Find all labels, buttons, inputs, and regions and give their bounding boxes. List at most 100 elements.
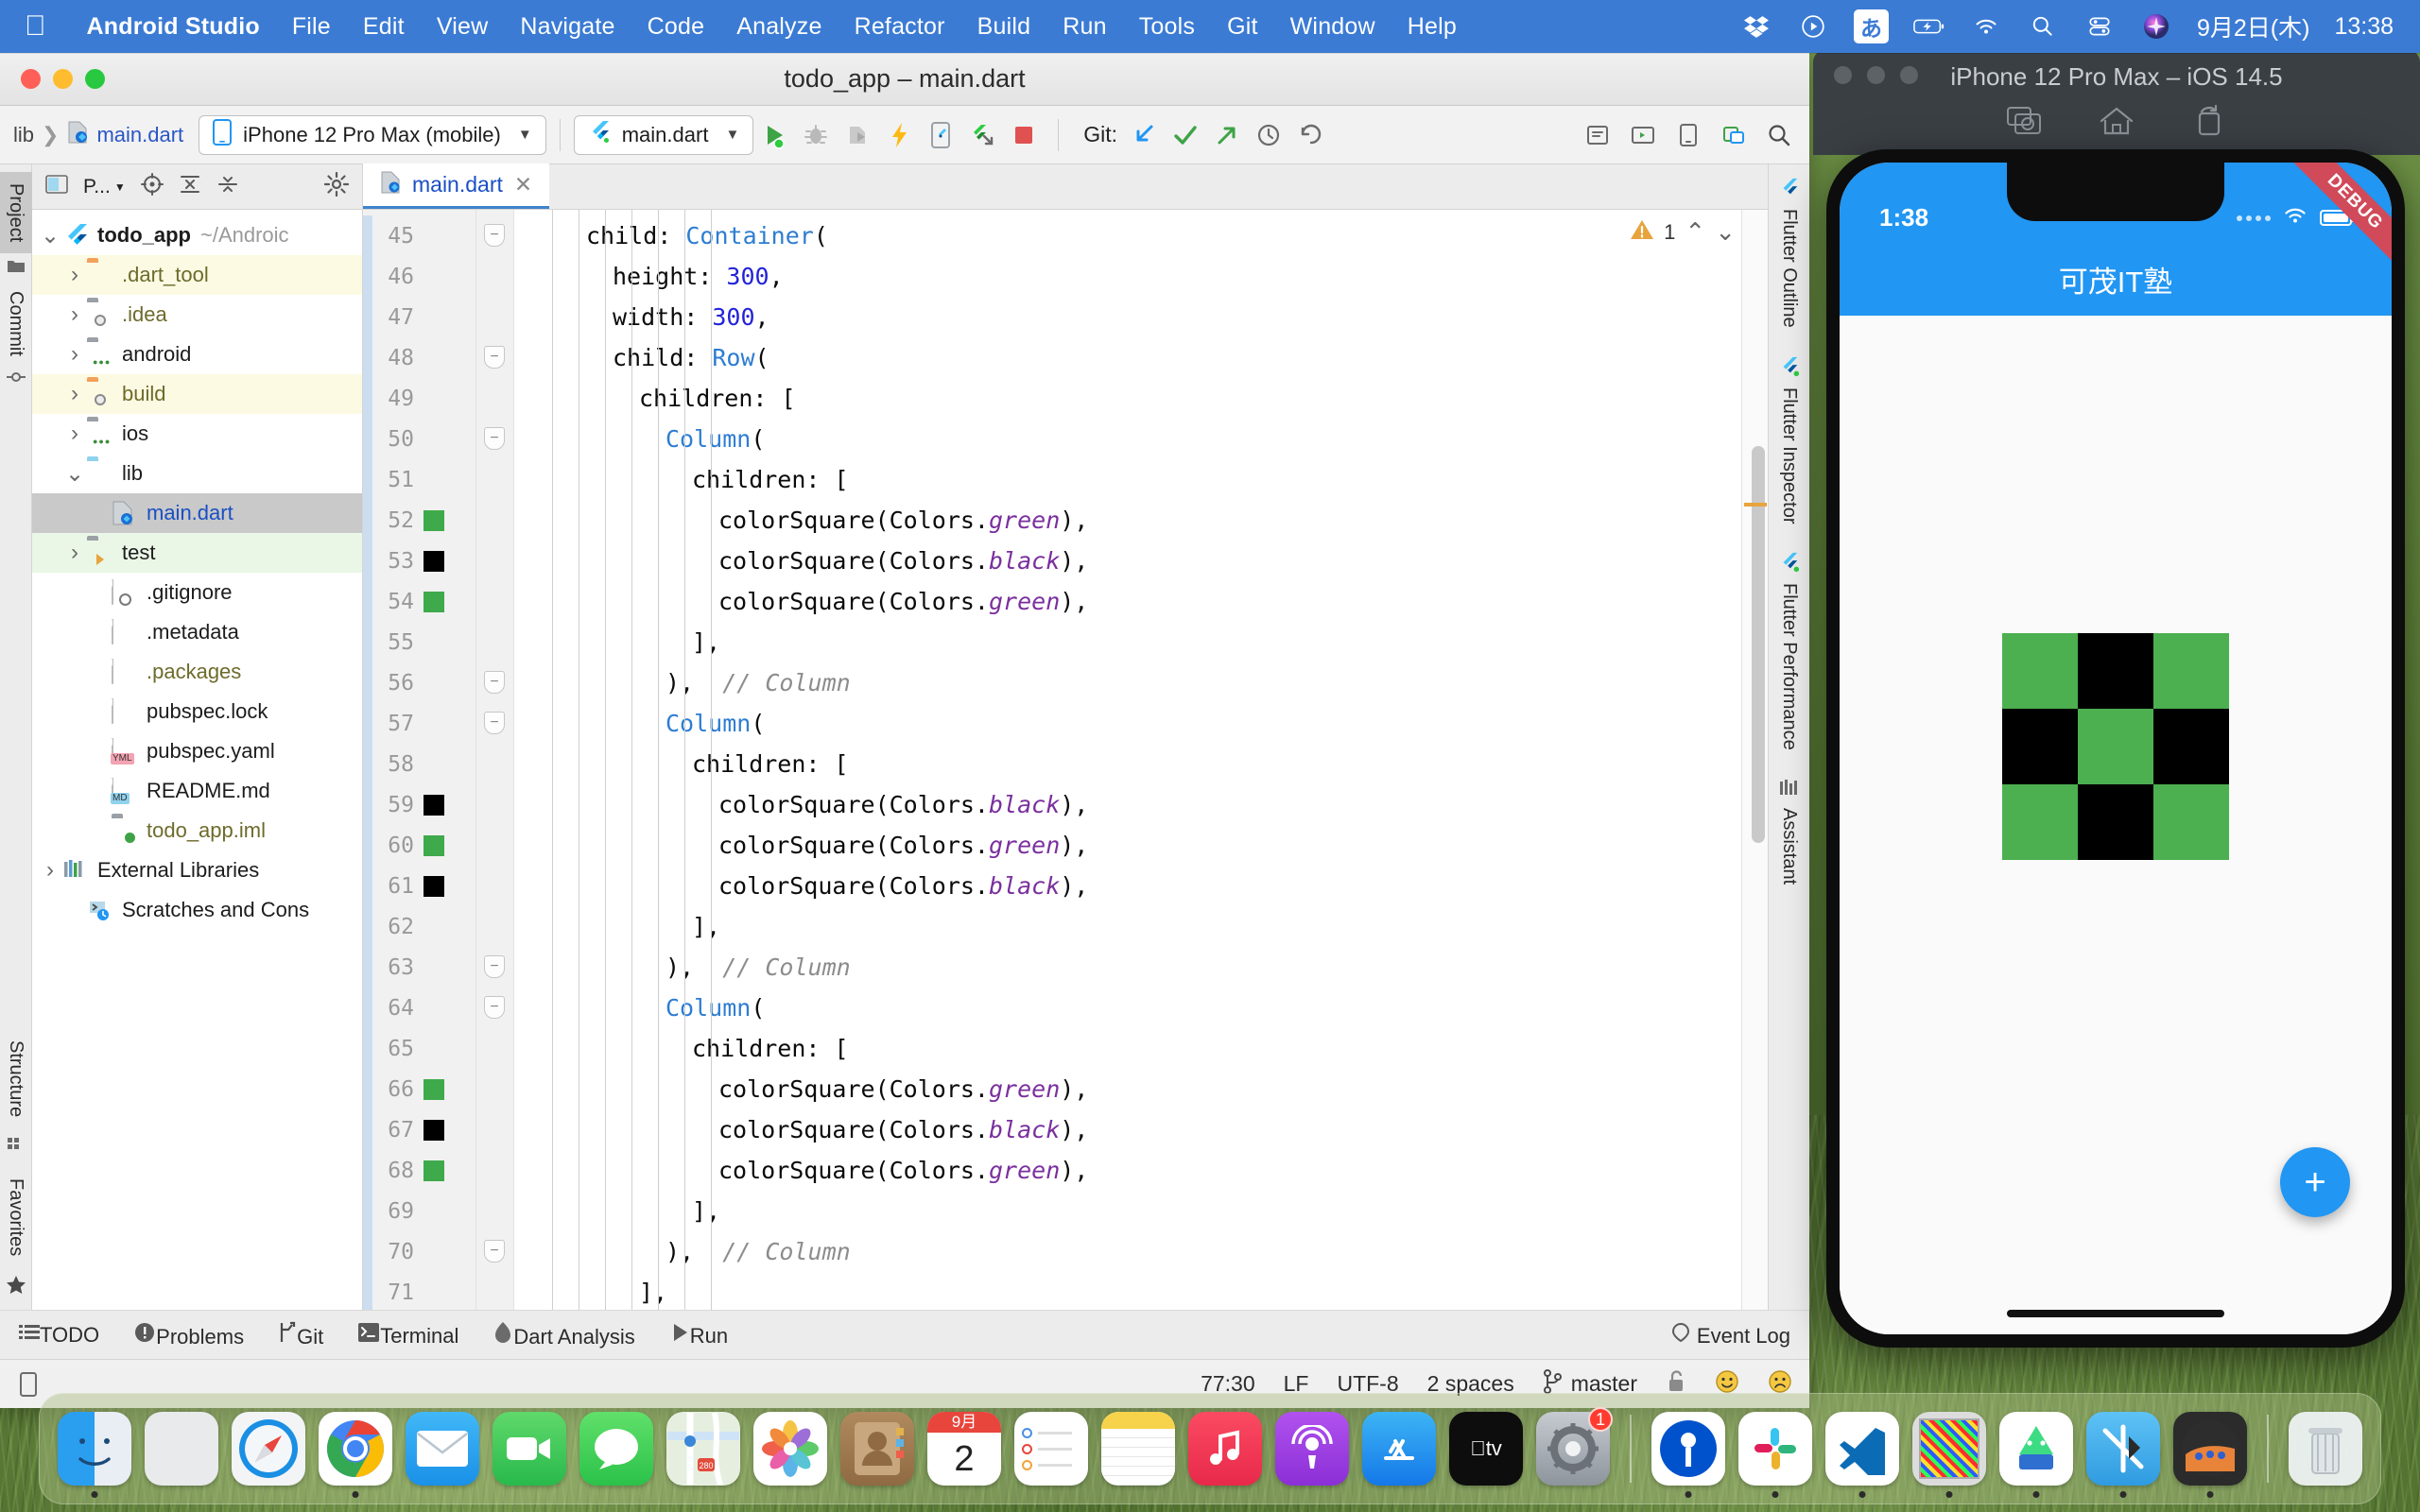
color-gutter-swatch[interactable] — [424, 875, 444, 897]
project-view-selector[interactable]: P... ▼ — [83, 176, 126, 198]
tree-item--idea[interactable]: › .idea — [32, 295, 362, 335]
run-configuration-selector[interactable]: main.dart ▼ — [573, 114, 754, 155]
tree-item--gitignore[interactable]: .gitignore — [32, 573, 362, 612]
editor-tab-main-dart[interactable]: main.dart ✕ — [363, 163, 550, 209]
push-button[interactable] — [1206, 114, 1248, 156]
stop-button[interactable] — [1003, 114, 1045, 156]
breadcrumb-main-dart[interactable]: main.dart — [96, 123, 183, 147]
dock-item-notes[interactable] — [1100, 1411, 1176, 1486]
tool-window-button-todo[interactable]: TODO — [19, 1323, 99, 1348]
tree-item--dart-tool[interactable]: › .dart_tool — [32, 255, 362, 295]
menu-item-file[interactable]: File — [276, 13, 347, 41]
dock-item-android-studio[interactable] — [1998, 1411, 2074, 1498]
dock-item-trash[interactable] — [2288, 1411, 2363, 1486]
dropbox-icon[interactable] — [1740, 12, 1772, 41]
device-selector[interactable]: iPhone 12 Pro Max (mobile) ▼ — [199, 114, 546, 155]
menu-item-code[interactable]: Code — [631, 13, 721, 41]
sidebar-item-flutter-inspector[interactable]: Flutter Inspector — [1778, 356, 1800, 524]
dock-item-simulator[interactable] — [1911, 1411, 1987, 1498]
menu-item-help[interactable]: Help — [1392, 13, 1473, 41]
menu-item-git[interactable]: Git — [1211, 13, 1274, 41]
chevron-down-icon[interactable]: ⌄ — [62, 460, 87, 488]
expand-all-button[interactable] — [179, 173, 201, 200]
sidebar-item-assistant[interactable]: Assistant — [1778, 779, 1800, 885]
sidebar-item-structure[interactable]: Structure — [0, 1029, 32, 1128]
dock-item-podcasts[interactable] — [1274, 1411, 1350, 1486]
chevron-right-icon[interactable]: › — [62, 341, 87, 368]
dock-item-safari[interactable] — [231, 1411, 306, 1486]
chevron-down-icon[interactable]: ⌄ — [38, 222, 62, 249]
tree-item-readme-md[interactable]: MD README.md — [32, 771, 362, 811]
siri-icon[interactable] — [2140, 12, 2172, 41]
editor-marker-bar[interactable] — [1741, 210, 1768, 1310]
wifi-icon[interactable] — [1970, 12, 2002, 41]
sidebar-item-flutter-performance[interactable]: Flutter Performance — [1778, 552, 1800, 750]
dock-item-launchpad[interactable] — [144, 1411, 219, 1486]
fold-marker[interactable]: − — [484, 224, 505, 247]
tree-item-todo-app[interactable]: ⌄ todo_app ~/Androic — [32, 215, 362, 255]
tree-item-scratches-and-cons[interactable]: Scratches and Cons — [32, 890, 362, 930]
dock-item-finder[interactable] — [57, 1411, 132, 1498]
breadcrumb-lib[interactable]: lib — [13, 123, 34, 147]
menu-item-edit[interactable]: Edit — [347, 13, 421, 41]
dock-item-appletv[interactable]: tv — [1448, 1411, 1524, 1486]
collapse-all-button[interactable] — [216, 173, 239, 200]
chevron-right-icon[interactable]: › — [62, 381, 87, 407]
warning-marker[interactable] — [1744, 503, 1767, 507]
open-devtools-button[interactable] — [920, 114, 961, 156]
chevron-right-icon[interactable]: › — [62, 421, 87, 447]
tool-window-button-problems[interactable]: Problems — [133, 1321, 244, 1349]
run-button[interactable] — [753, 114, 795, 156]
fold-marker[interactable]: − — [484, 346, 505, 369]
fold-marker[interactable]: − — [484, 996, 505, 1019]
color-gutter-swatch[interactable] — [424, 1160, 444, 1181]
dock-item-music[interactable] — [1187, 1411, 1263, 1486]
fold-marker[interactable]: − — [484, 712, 505, 734]
history-button[interactable] — [1248, 114, 1289, 156]
apple-logo-icon[interactable]:  — [25, 12, 46, 41]
minimize-window-button[interactable] — [53, 69, 73, 89]
dock-item-sourcetree[interactable] — [1651, 1411, 1726, 1498]
tree-item-ios[interactable]: › ●●● ios — [32, 414, 362, 454]
search-icon[interactable] — [2027, 12, 2059, 41]
chevron-down-icon[interactable]: ⌄ — [1715, 217, 1736, 247]
color-gutter-swatch[interactable] — [424, 550, 444, 572]
battery-charging-icon[interactable] — [1913, 12, 1945, 41]
tool-window-button-git[interactable]: Git — [278, 1321, 323, 1349]
camera-icon[interactable] — [2005, 104, 2043, 142]
menu-item-build[interactable]: Build — [961, 13, 1047, 41]
code-content[interactable]: child: Container(height: 300, width: 300,… — [514, 210, 1741, 1310]
control-center-icon[interactable] — [2083, 12, 2116, 41]
menu-item-view[interactable]: View — [421, 13, 505, 41]
fold-marker[interactable]: − — [484, 671, 505, 694]
tree-item-android[interactable]: › ●●● android — [32, 335, 362, 374]
event-log-button[interactable]: Event Log — [1670, 1322, 1790, 1349]
menu-item-tools[interactable]: Tools — [1123, 13, 1211, 41]
editor-fold-column[interactable]: −−−−−−−−−− — [476, 210, 514, 1310]
dock-item-facetime[interactable] — [492, 1411, 567, 1486]
dock-item-mail[interactable] — [405, 1411, 480, 1486]
color-gutter-swatch[interactable] — [424, 1078, 444, 1100]
rotate-icon[interactable] — [2190, 104, 2228, 142]
dock-item-maps[interactable]: 280 — [666, 1411, 741, 1486]
search-everywhere-button[interactable] — [1758, 114, 1800, 156]
tree-item-test[interactable]: › test — [32, 533, 362, 573]
chevron-right-icon[interactable]: › — [62, 262, 87, 288]
color-gutter-swatch[interactable] — [424, 1119, 444, 1141]
tool-window-button-terminal[interactable]: Terminal — [357, 1322, 458, 1349]
chevron-right-icon[interactable]: › — [62, 301, 87, 328]
color-gutter-swatch[interactable] — [424, 591, 444, 612]
menu-bar-time[interactable]: 13:38 — [2334, 13, 2394, 41]
dock-item-chrome[interactable] — [318, 1411, 393, 1498]
chevron-right-icon[interactable]: › — [62, 540, 87, 566]
dock-item-messages[interactable] — [579, 1411, 654, 1486]
close-icon[interactable]: ✕ — [514, 172, 532, 198]
tool-window-button-run[interactable]: Run — [669, 1322, 728, 1349]
rollback-button[interactable] — [1289, 114, 1331, 156]
floating-action-button[interactable]: + — [2280, 1147, 2350, 1217]
dock-item-slack[interactable] — [1737, 1411, 1813, 1498]
maximize-window-button[interactable] — [85, 69, 105, 89]
tree-item-lib[interactable]: ⌄ lib — [32, 454, 362, 493]
hot-reload-button[interactable] — [878, 114, 920, 156]
update-project-button[interactable] — [1123, 114, 1165, 156]
